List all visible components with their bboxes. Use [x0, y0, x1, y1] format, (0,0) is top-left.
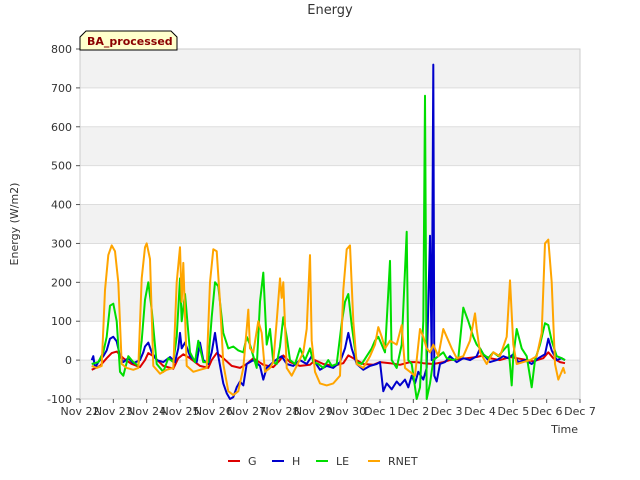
y-tick-label: 300: [51, 237, 72, 250]
y-tick-label: 400: [51, 199, 72, 212]
badge-label: BA_processed: [87, 35, 173, 48]
x-tick-label: Dec 6: [531, 405, 563, 418]
x-tick-label: Dec 2: [397, 405, 429, 418]
legend-label-rnet: RNET: [388, 455, 418, 468]
y-tick-label: 500: [51, 160, 72, 173]
background-band: [80, 204, 580, 244]
x-tick-label: Dec 4: [464, 405, 496, 418]
y-tick-label: 0: [65, 354, 72, 367]
x-tick-label: Dec 7: [564, 405, 596, 418]
y-tick-label: 100: [51, 315, 72, 328]
x-tick-label: Dec 3: [431, 405, 463, 418]
y-tick-label: 600: [51, 121, 72, 134]
x-tick-label: Dec 5: [497, 405, 529, 418]
x-axis-label: Time: [550, 423, 578, 436]
energy-chart: -1000100200300400500600700800 Nov 22Nov …: [8, 3, 596, 468]
background-band: [80, 126, 580, 166]
y-axis-label: Energy (W/m2): [8, 183, 21, 266]
background-band: [80, 282, 580, 322]
y-axis-ticks: -1000100200300400500600700800: [47, 43, 80, 406]
y-tick-label: 200: [51, 276, 72, 289]
x-axis-ticks: Nov 22Nov 23Nov 24Nov 25Nov 26Nov 27Nov …: [61, 399, 596, 418]
x-tick-label: Dec 1: [364, 405, 396, 418]
legend: G H LE RNET: [228, 455, 418, 468]
legend-label-le: LE: [336, 455, 349, 468]
legend-label-g: G: [248, 455, 257, 468]
processed-badge: BA_processed: [79, 30, 178, 51]
y-tick-label: 700: [51, 82, 72, 95]
x-tick-label: Nov 30: [327, 405, 366, 418]
chart-title: Energy: [307, 3, 353, 18]
legend-label-h: H: [292, 455, 300, 468]
background-band: [80, 49, 580, 88]
y-tick-label: 800: [51, 43, 72, 56]
